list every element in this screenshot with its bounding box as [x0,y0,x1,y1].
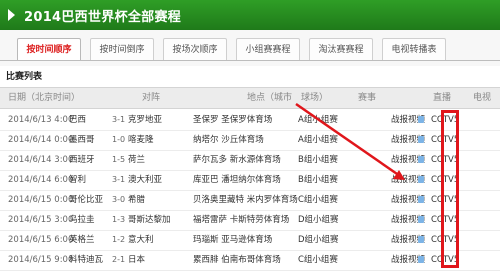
annotation-arrow-icon [295,102,405,180]
